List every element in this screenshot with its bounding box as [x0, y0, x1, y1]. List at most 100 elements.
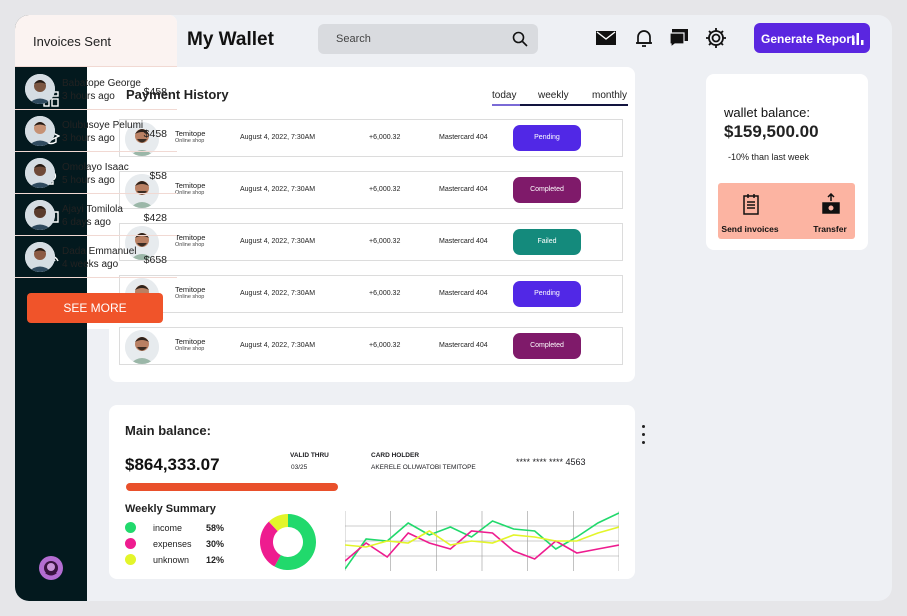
invoice-amount: $58 — [149, 170, 167, 182]
transfer-icon — [822, 193, 840, 214]
send-invoices-button[interactable]: Send invoices — [720, 183, 780, 239]
payer-name: Temitope — [175, 233, 206, 242]
generate-report-button[interactable]: Generate Report — [754, 23, 870, 53]
invoice-time: 5 hours ago — [62, 175, 115, 186]
payer-subtitle: Online shop — [175, 138, 205, 144]
invoice-item[interactable]: Omolayo Isaac 5 hours ago $58 — [15, 152, 177, 194]
invoice-amount: $428 — [143, 212, 167, 224]
invoice-avatar — [25, 74, 55, 104]
payment-card: Mastercard 404 — [439, 238, 488, 245]
invoice-amount: $458 — [143, 128, 167, 140]
more-options-icon[interactable] — [641, 425, 647, 447]
payment-date: August 4, 2022, 7:30AM — [240, 290, 316, 297]
payer-name: Temitope — [175, 181, 206, 190]
invoice-time: 3 hours ago — [62, 91, 115, 102]
invoice-item[interactable]: Ajayi Tomilola 6 days ago $428 — [15, 194, 177, 236]
search-bar[interactable]: Search — [318, 24, 538, 54]
payment-date: August 4, 2022, 7:30AM — [240, 134, 316, 141]
weekly-line-chart — [345, 511, 619, 571]
payment-row[interactable]: Temitope Online shop August 4, 2022, 7:30A… — [119, 119, 623, 157]
see-more-button[interactable]: SEE MORE — [27, 293, 163, 323]
card-holder-label: CARD HOLDER — [371, 452, 420, 459]
invoice-time: 3 hours ago — [62, 133, 115, 144]
invoice-avatar — [25, 158, 55, 188]
payment-card: Mastercard 404 — [439, 186, 488, 193]
valid-thru-label: VALID THRU — [290, 452, 329, 459]
wallet-card: wallet balance: $159,500.00 -10% than la… — [706, 74, 868, 250]
legend-percent: 58% — [206, 523, 225, 533]
card-number: **** **** **** 4563 — [516, 457, 586, 467]
tab-weekly[interactable]: weekly — [538, 90, 569, 101]
legend-name: expenses — [153, 539, 192, 549]
invoice-name: Ajayi Tomilola — [62, 204, 123, 215]
payment-amount: +6,000.32 — [369, 238, 401, 245]
payer-name: Temitope — [175, 285, 206, 294]
invoice-name: Olubusoye Pelumi — [62, 120, 144, 131]
payment-card: Mastercard 404 — [439, 290, 488, 297]
invoice-amount: $458 — [143, 86, 167, 98]
summary-donut-chart — [260, 514, 316, 570]
invoice-name: Dada Emmanuel — [62, 246, 137, 257]
search-placeholder: Search — [336, 33, 371, 45]
invoice-avatar — [25, 242, 55, 272]
legend-dot — [125, 522, 136, 533]
invoice-item[interactable]: Dada Emmanuel 4 weeks ago $658 — [15, 236, 177, 278]
tab-monthly[interactable]: monthly — [592, 90, 627, 101]
invoice-time: 6 days ago — [62, 217, 111, 228]
payment-row[interactable]: Temitope Online shop August 4, 2022, 7:30A… — [119, 327, 623, 365]
payment-date: August 4, 2022, 7:30AM — [240, 186, 316, 193]
status-badge[interactable]: Pending — [513, 125, 581, 151]
payer-avatar — [125, 330, 159, 364]
payment-history-card: Payment History today weekly monthly Tem… — [109, 67, 635, 382]
payer-subtitle: Online shop — [175, 190, 205, 196]
legend-name: income — [153, 523, 183, 533]
payment-date: August 4, 2022, 7:30AM — [240, 342, 316, 349]
send-invoices-label: Send invoices — [721, 224, 779, 234]
legend-item-expenses: expenses 30% — [125, 538, 235, 550]
main-balance-value: $864,333.07 — [125, 455, 220, 474]
payment-date: August 4, 2022, 7:30AM — [240, 238, 316, 245]
legend-item-unknown: unknown 12% — [125, 554, 235, 566]
status-badge[interactable]: Pending — [513, 281, 581, 307]
search-icon[interactable] — [512, 31, 528, 47]
invoices-title: Invoices Sent — [33, 34, 112, 49]
invoice-item[interactable]: Olubusoye Pelumi 3 hours ago $458 — [15, 110, 177, 152]
legend-item-income: income 58% — [125, 522, 235, 534]
invoice-amount: $658 — [143, 254, 167, 266]
legend-dot — [125, 554, 136, 565]
transfer-button[interactable]: Transfer — [800, 183, 860, 239]
balance-bar — [126, 483, 338, 491]
invoices-header: Invoices Sent — [15, 15, 177, 67]
bar-chart-icon — [852, 33, 864, 45]
active-tab-indicator — [492, 104, 520, 106]
legend-percent: 12% — [206, 555, 225, 565]
mail-icon[interactable] — [595, 27, 617, 49]
valid-thru-value: 03/25 — [291, 464, 308, 471]
card-holder-value: AKERELE OLUWATOBI TEMITOPE — [371, 464, 476, 471]
gear-icon[interactable] — [705, 27, 727, 49]
payment-row[interactable]: Temitope Online shop August 4, 2022, 7:30A… — [119, 275, 623, 313]
status-badge[interactable]: Completed — [513, 333, 581, 359]
payer-subtitle: Online shop — [175, 346, 205, 352]
weekly-summary-title: Weekly Summary — [125, 503, 216, 515]
payment-amount: +6,000.32 — [369, 342, 401, 349]
generate-report-label: Generate Report — [761, 32, 856, 46]
payment-row[interactable]: Temitope Online shop August 4, 2022, 7:30A… — [119, 223, 623, 261]
app-window: My Wallet Search Generate Report Payment… — [15, 15, 892, 601]
payment-row[interactable]: Temitope Online shop August 4, 2022, 7:30A… — [119, 171, 623, 209]
legend-name: unknown — [153, 555, 190, 565]
invoice-item[interactable]: Babatope George 3 hours ago $458 — [15, 68, 177, 110]
status-badge[interactable]: Completed — [513, 177, 581, 203]
bell-icon[interactable] — [633, 27, 655, 49]
tab-today[interactable]: today — [492, 90, 516, 101]
wallet-comparison: -10% than last week — [728, 152, 810, 162]
chat-icon[interactable] — [668, 27, 690, 49]
status-badge[interactable]: Failed — [513, 229, 581, 255]
user-avatar[interactable] — [39, 556, 63, 580]
invoice-time: 4 weeks ago — [62, 259, 119, 270]
payment-card: Mastercard 404 — [439, 134, 488, 141]
transfer-label: Transfer — [813, 224, 847, 234]
invoice-icon — [743, 194, 759, 215]
payer-name: Temitope — [175, 129, 206, 138]
payment-amount: +6,000.32 — [369, 134, 401, 141]
